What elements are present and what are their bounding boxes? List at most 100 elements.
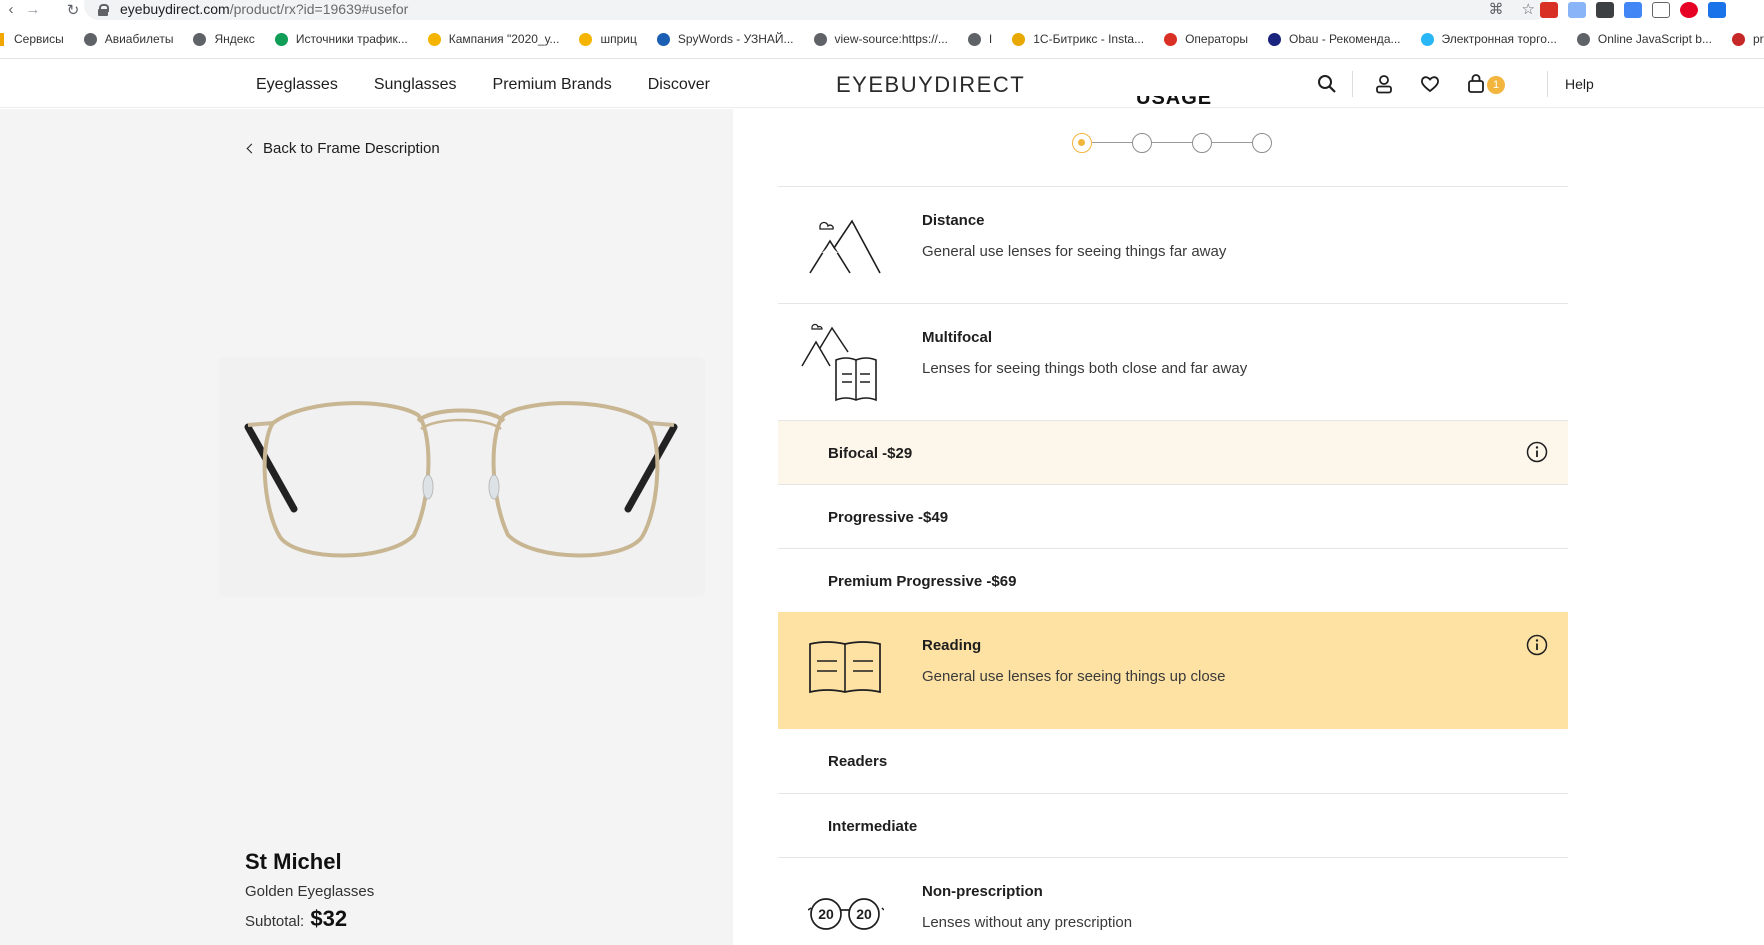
nav-sunglasses[interactable]: Sunglasses [374,76,457,94]
step-4-dot[interactable] [1252,133,1272,153]
option-non-prescription[interactable]: 20 20 Non-prescription Lenses without an… [778,857,1568,945]
code-extension-icon[interactable] [1708,1,1726,18]
window-extension-icon[interactable] [1624,1,1642,18]
info-icon[interactable] [1526,634,1548,656]
info-icon[interactable] [1526,441,1548,463]
eyeglasses-image [244,401,678,558]
option-title: Premium Progressive -$69 [828,573,1017,590]
bookmark-label: 1С-Битрикс - Insta... [1033,32,1145,46]
bookmark-item[interactable]: Операторы [1164,32,1248,46]
bookmark-item[interactable]: Авиабилеты [83,32,174,46]
bookmark-label: view-source:https://... [834,32,948,46]
bookmark-favicon-icon [1268,32,1282,46]
bookmark-favicon-icon [427,32,441,46]
step-2-dot[interactable] [1132,133,1152,153]
mountains-book-icon [801,323,877,402]
address-bar[interactable]: eyebuydirect.com /product/rx?id=19639#us… [84,0,1549,20]
header-divider [1547,71,1548,97]
bookmark-item[interactable]: SpyWords - УЗНАЙ... [656,32,794,46]
option-desc: General use lenses for seeing things far… [922,243,1227,260]
pinterest-extension-icon[interactable] [1680,1,1698,18]
20-20-glasses-icon: 20 20 [808,898,884,930]
bookmark-item[interactable]: view-source:https://... [813,32,948,46]
bookmark-label: prt [1752,32,1764,46]
lock-icon[interactable] [98,4,109,16]
bookmark-item[interactable]: I [967,32,993,46]
forward-arrow-icon[interactable]: → [22,0,44,19]
bookmark-label: Электронная торго... [1441,32,1557,46]
option-title: Bifocal -$29 [828,445,913,462]
bookmark-favicon-icon [813,32,827,46]
option-title: Non-prescription [922,883,1043,900]
search-icon[interactable] [1316,73,1338,95]
bookmark-label: I [988,32,993,46]
help-link[interactable]: Help [1565,76,1594,92]
eyedropper-extension-icon[interactable] [1568,1,1586,18]
option-intermediate[interactable]: Intermediate [778,793,1568,857]
bookmark-label: Яндекс [214,32,255,46]
option-bifocal[interactable]: Bifocal -$29 [778,420,1568,484]
subtotal-label: Subtotal: [245,913,305,930]
bookmark-item[interactable]: Кампания "2020_у... [427,32,559,46]
option-readers[interactable]: Readers [778,729,1568,793]
svg-text:20: 20 [818,906,834,922]
option-title: Intermediate [828,818,918,835]
step-1-dot[interactable] [1072,133,1092,153]
product-panel: Back to Frame Description St Michel Gold… [0,109,733,945]
step-3-dot[interactable] [1192,133,1212,153]
bookmark-item[interactable]: шприц [579,32,637,46]
cart-count-badge[interactable]: 1 [1487,76,1505,94]
nav-discover[interactable]: Discover [648,76,710,94]
option-premium-progressive[interactable]: Premium Progressive -$69 [778,548,1568,612]
option-desc: Lenses for seeing things both close and … [922,360,1248,377]
bookmark-favicon-icon [656,32,670,46]
main-nav: Eyeglasses Sunglasses Premium Brands Dis… [256,76,710,94]
back-to-frame-link[interactable]: Back to Frame Description [246,140,440,157]
bookmark-favicon-icon [1420,32,1434,46]
translate-icon[interactable]: ⌘ [1489,0,1504,18]
bookmark-item[interactable]: prt [1731,32,1764,46]
cart-icon[interactable] [1465,73,1487,95]
option-title: Distance [922,212,985,229]
bookmark-item[interactable]: Источники трафик... [274,32,408,46]
bookmark-favicon-icon [967,32,981,46]
product-name: St Michel [245,849,342,874]
bookmark-item[interactable]: 1С-Битрикс - Insta... [1012,32,1144,46]
reload-icon[interactable]: ↻ [62,0,84,19]
extensions [1540,0,1726,19]
option-title: Multifocal [922,329,992,346]
nav-eyeglasses[interactable]: Eyeglasses [256,76,338,94]
bookmark-label: SpyWords - УЗНАЙ... [677,32,794,46]
bookmark-favicon-icon [83,32,97,46]
account-icon[interactable] [1373,73,1395,95]
news-extension-icon[interactable] [1596,1,1614,18]
adblock-extension-icon[interactable] [1540,1,1558,18]
heart-icon[interactable] [1419,73,1441,95]
bookmark-item[interactable]: Яндекс [193,32,255,46]
usage-stepper [1072,132,1273,154]
browser-toolbar: ‹ → ↻ eyebuydirect.com /product/rx?id=19… [0,0,1764,20]
back-arrow-icon[interactable]: ‹ [0,0,22,19]
site-logo[interactable]: EYEBUYDIRECT [836,72,1025,98]
bookmark-item[interactable]: Online JavaScript b... [1576,32,1712,46]
bookmark-item[interactable]: Obau - Рекоменда... [1268,32,1401,46]
option-progressive[interactable]: Progressive -$49 [778,484,1568,548]
script-extension-icon[interactable] [1652,1,1670,18]
option-desc: Lenses without any prescription [922,914,1133,931]
nav-premium-brands[interactable]: Premium Brands [493,76,612,94]
option-distance[interactable]: Distance General use lenses for seeing t… [778,186,1568,303]
header-divider [1352,71,1353,97]
option-reading[interactable]: Reading General use lenses for seeing th… [778,612,1568,729]
chevron-left-icon [246,143,257,154]
mountains-icon [809,219,881,274]
bookmark-item[interactable]: Сервисы [0,32,64,46]
subtotal-value: $32 [310,906,348,931]
step-connector [1092,142,1133,143]
bookmark-label: Авиабилеты [104,32,174,46]
step-title: USAGE [1136,96,1213,109]
star-icon[interactable]: ☆ [1522,0,1535,18]
bookmark-item[interactable]: Электронная торго... [1420,32,1557,46]
bookmark-favicon-icon [579,32,593,46]
bookmark-favicon-icon [1012,32,1026,46]
option-multifocal[interactable]: Multifocal Lenses for seeing things both… [778,303,1568,420]
